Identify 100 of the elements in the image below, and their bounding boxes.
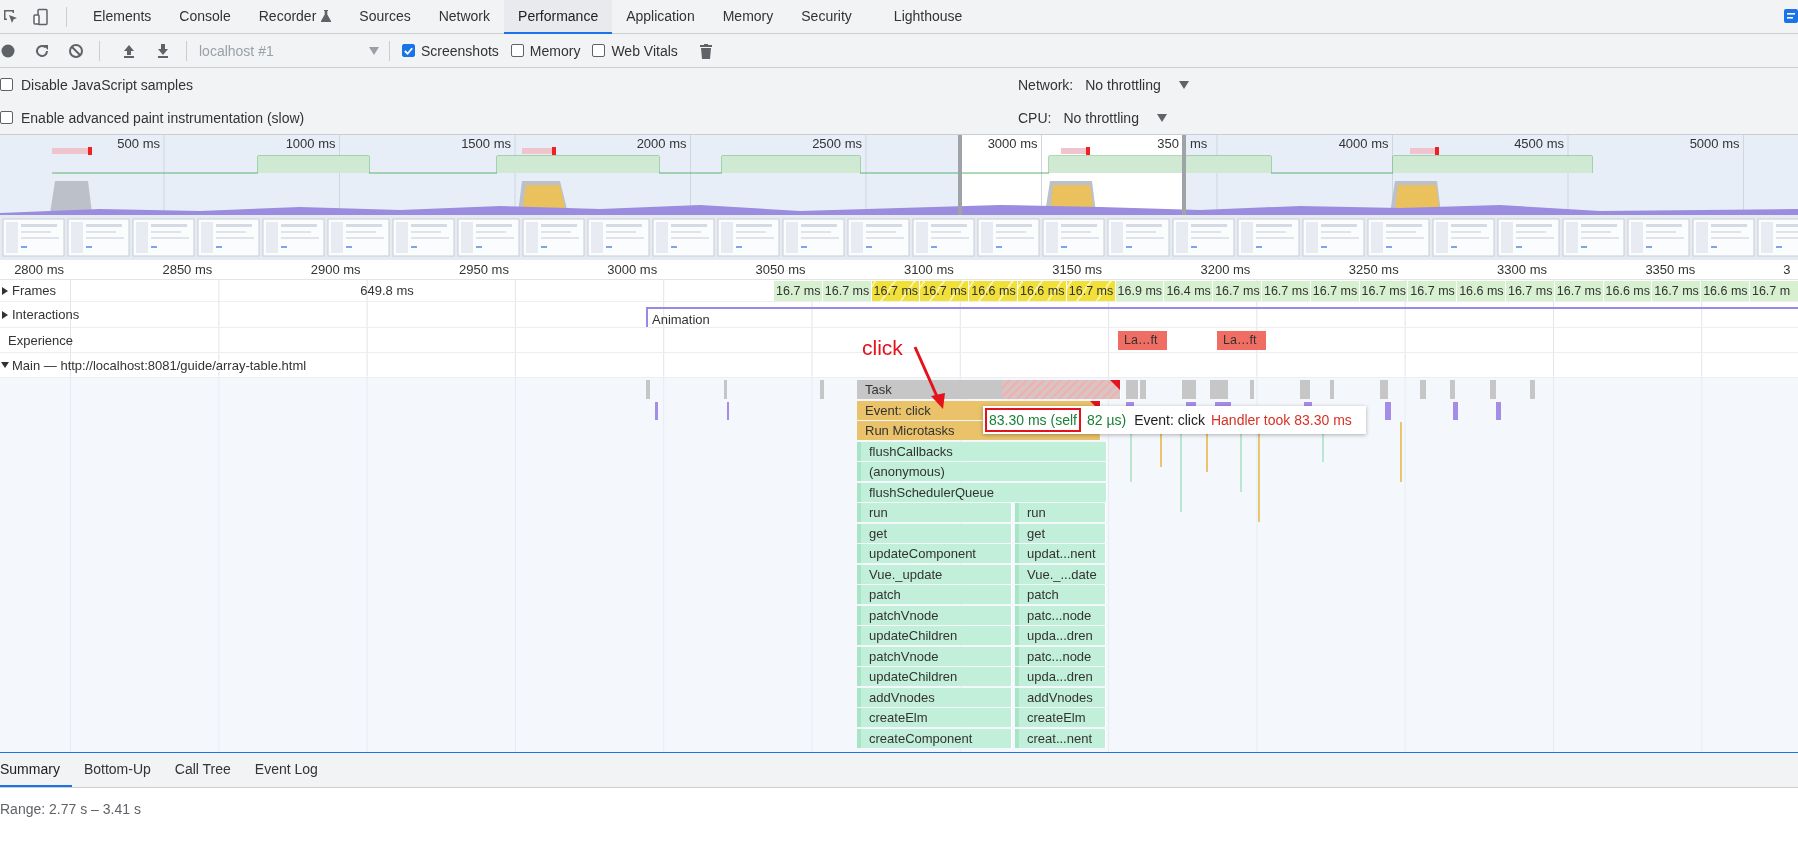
flame-bar[interactable]: updateChildren	[857, 667, 1012, 686]
panel-tab[interactable]: Recorder	[244, 0, 346, 34]
overview-tick-label: 2500 ms	[812, 136, 862, 151]
time-tick-label: 3300 ms	[1497, 262, 1547, 277]
flame-bar[interactable]: updat...nent	[1015, 544, 1106, 563]
panel-tab[interactable]: Lighthouse	[879, 0, 977, 34]
panel-tab[interactable]: Console	[165, 0, 245, 34]
flame-bar[interactable]: Task	[857, 380, 1121, 399]
expand-arrow-icon[interactable]	[2, 310, 8, 319]
layout-shift[interactable]: La…ft	[1118, 331, 1167, 350]
throttle-dropdown[interactable]: No throttling	[1085, 76, 1189, 93]
details-tab[interactable]: Event Log	[242, 753, 330, 787]
frame-duration: 16.6 ms	[1457, 281, 1506, 301]
flame-bar[interactable]: patch	[857, 585, 1012, 604]
panel-tab[interactable]: Sources	[345, 0, 425, 34]
frame-duration: 16.7 ms	[871, 281, 921, 301]
flask-icon	[321, 9, 332, 22]
flame-bar[interactable]: upda...dren	[1015, 626, 1106, 645]
frame-duration: 16.6 ms	[1701, 281, 1750, 301]
flame-bar[interactable]: creat...nent	[1015, 728, 1106, 748]
feedback-icon[interactable]	[1782, 7, 1798, 26]
panel-tab[interactable]: Security	[787, 0, 866, 34]
tooltip-event: Event: click	[1134, 412, 1205, 428]
frame-duration: 16.7 ms	[1359, 281, 1409, 301]
frame-duration: 16.6 ms	[969, 281, 1018, 301]
panel-tab[interactable]: Network	[424, 0, 505, 34]
flame-bar[interactable]: (anonymous)	[857, 462, 1107, 481]
flame-bar[interactable]: patchVnode	[857, 646, 1012, 666]
frame-duration: 16.7 ms	[1652, 281, 1702, 301]
frame-duration: 16.7 ms	[822, 281, 872, 301]
flame-bar[interactable]: upda...dren	[1015, 667, 1106, 686]
download-icon[interactable]	[155, 42, 171, 59]
layout-shift[interactable]: La…ft	[1217, 331, 1266, 350]
time-tick-label: 2800 ms	[14, 262, 64, 277]
overview-tick-label: 1000 ms	[285, 136, 336, 151]
flame-bar[interactable]: patch	[1015, 585, 1106, 604]
flame-bar[interactable]: createComponent	[857, 728, 1012, 748]
clear-icon[interactable]	[68, 42, 84, 59]
track-label: Experience	[8, 332, 74, 348]
flame-bar[interactable]: patchVnode	[857, 605, 1012, 625]
panel-tab[interactable]: Elements	[79, 0, 166, 34]
flame-bar[interactable]: get	[1015, 523, 1106, 543]
setting-checkbox[interactable]: Enable advanced paint instrumentation (slow)	[0, 109, 1018, 126]
frame-duration: 16.7 ms	[1066, 281, 1116, 301]
flame-bar[interactable]: addVnodes	[857, 687, 1012, 707]
flame-bar[interactable]: run	[1015, 503, 1106, 522]
overview-tick-label: ms	[1190, 135, 1208, 153]
time-tick-label: 3050 ms	[755, 262, 806, 277]
flame-bar[interactable]: updateComponent	[857, 544, 1012, 563]
annotation-label: click	[862, 336, 903, 360]
highlighted-duration: 83.30 ms (self	[985, 408, 1081, 432]
dropdown-arrow-icon[interactable]	[1156, 113, 1167, 122]
panel-tab[interactable]: Memory	[708, 0, 788, 34]
flame-bar[interactable]: patc...node	[1015, 646, 1106, 666]
option-checkbox[interactable]: Screenshots	[402, 42, 499, 59]
device-icon[interactable]	[32, 7, 50, 26]
frame-duration: 16.7 ms	[1408, 281, 1458, 301]
time-tick-label: 3150 ms	[1052, 262, 1103, 277]
flame-bar[interactable]: Vue._update	[857, 564, 1012, 584]
overview-tick-label: 4500 ms	[1514, 136, 1564, 151]
overview-tick-label: 5000 ms	[1689, 136, 1740, 151]
interaction-bar: Animation	[646, 307, 1798, 327]
overview-tick-label: 500 ms	[117, 136, 160, 151]
flame-bar[interactable]: flushSchedulerQueue	[857, 482, 1107, 502]
flame-bar[interactable]: updateChildren	[857, 626, 1012, 645]
track-label: Main — http://localhost:8081/guide/array-table.html	[12, 357, 307, 373]
flame-bar[interactable]: flushCallbacks	[857, 441, 1107, 461]
time-tick-label: 2950 ms	[459, 262, 509, 277]
reload-icon[interactable]	[34, 42, 50, 59]
frame-duration: 16.7 ms	[1554, 281, 1604, 301]
flame-bar[interactable]: run	[857, 503, 1012, 522]
track-label: Frames	[12, 283, 57, 298]
frame-duration: 649.8 ms	[360, 283, 414, 298]
panel-tab[interactable]: Application	[612, 0, 709, 34]
frame-duration: 16.7 m	[1749, 281, 1798, 301]
details-tab[interactable]: Summary	[0, 753, 72, 787]
option-checkbox[interactable]: Memory	[510, 42, 581, 59]
flame-bar[interactable]: Vue._...date	[1015, 564, 1106, 584]
record-icon[interactable]	[0, 42, 16, 59]
details-tab[interactable]: Bottom-Up	[71, 753, 163, 787]
throttle-dropdown[interactable]: No throttling	[1063, 109, 1167, 126]
trash-icon[interactable]	[698, 42, 713, 59]
panel-tab[interactable]: Performance	[504, 0, 613, 34]
flame-bar[interactable]: patc...node	[1015, 605, 1106, 625]
option-checkbox[interactable]: Web Vitals	[592, 42, 678, 59]
flame-bar[interactable]: get	[857, 523, 1012, 543]
frame-duration: 16.7 ms	[920, 281, 970, 301]
flame-bar[interactable]: createElm	[857, 708, 1012, 727]
expand-arrow-icon[interactable]	[2, 286, 8, 295]
throttle-label: Network:	[1018, 76, 1074, 93]
details-tab[interactable]: Call Tree	[162, 753, 243, 787]
flame-bar[interactable]: addVnodes	[1015, 687, 1106, 707]
setting-checkbox[interactable]: Disable JavaScript samples	[0, 76, 1018, 93]
flame-bar[interactable]: createElm	[1015, 708, 1106, 727]
frame-duration: 16.6 ms	[1018, 281, 1067, 301]
dropdown-arrow-icon[interactable]	[1178, 80, 1189, 89]
expand-arrow-icon[interactable]	[1, 362, 9, 368]
frame-duration: 16.7 ms	[774, 281, 823, 301]
overview-tick-label: 1500 ms	[461, 136, 511, 151]
overview-tick-label: 4000 ms	[1338, 136, 1389, 151]
